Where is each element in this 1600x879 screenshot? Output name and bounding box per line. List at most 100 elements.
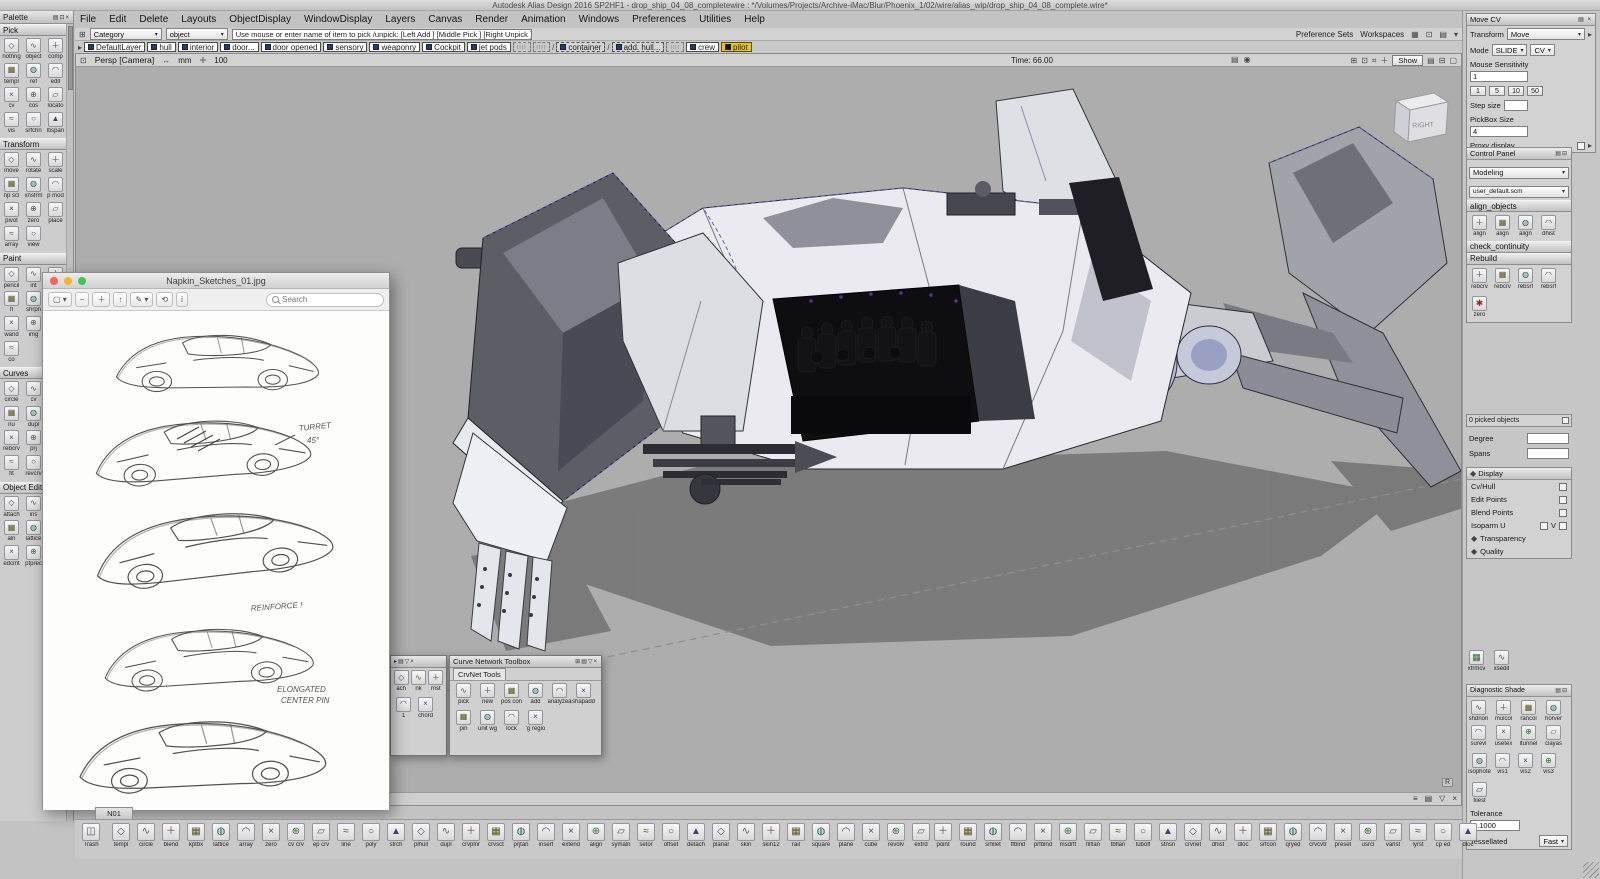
tool-msdrft[interactable]: ⊕msdrft bbox=[1056, 823, 1080, 849]
tool-shapadd[interactable]: ×shapadd bbox=[572, 683, 595, 706]
layer-chip-interior[interactable]: interior bbox=[178, 42, 218, 52]
tool-ep-crv[interactable]: ▱ep crv bbox=[309, 823, 333, 849]
transform-dropdown[interactable]: Move▾ bbox=[1507, 28, 1585, 40]
tool-symaln[interactable]: ▱symaln bbox=[609, 823, 633, 849]
tool-skin[interactable]: ∿skin bbox=[734, 823, 758, 849]
spans-field[interactable] bbox=[1527, 448, 1569, 459]
sensitivity-preset-1[interactable]: 1 bbox=[1470, 86, 1486, 96]
tool-mst[interactable]: ＋mst bbox=[428, 670, 444, 693]
tool-templ[interactable]: ▦templ bbox=[1, 63, 22, 86]
tool-filest[interactable]: ▱filest bbox=[1469, 782, 1490, 805]
layer-chip-hull[interactable]: hull bbox=[147, 42, 175, 52]
tool-srfchn[interactable]: ○srfchn bbox=[23, 112, 44, 135]
tool-pivot[interactable]: ×pivot bbox=[1, 202, 22, 225]
layer-chip-cockpit[interactable]: Cockpit bbox=[422, 42, 465, 52]
tool-skin12[interactable]: ＋skin12 bbox=[759, 823, 783, 849]
mode-cv-dropdown[interactable]: CV▾ bbox=[1530, 44, 1554, 56]
tool-qryed[interactable]: ◍qryed bbox=[1281, 823, 1305, 849]
tool-chord[interactable]: ×chord bbox=[415, 697, 436, 720]
search-input[interactable] bbox=[282, 295, 378, 304]
tool-place[interactable]: ▱place bbox=[45, 202, 66, 225]
tool-kptbx[interactable]: ▦kptbx bbox=[184, 823, 208, 849]
tool-rebsrf[interactable]: ◍rebsrf bbox=[1515, 268, 1536, 291]
tool-cv[interactable]: ∿cv bbox=[23, 381, 44, 404]
preference-sets-button[interactable]: Preference Sets bbox=[1296, 30, 1353, 39]
info-button[interactable]: i bbox=[176, 292, 188, 307]
tool-edit[interactable]: ◠edit bbox=[45, 63, 66, 86]
tool-extrd[interactable]: ▱extrd bbox=[909, 823, 933, 849]
prompt-history-icon[interactable]: ⊞ bbox=[79, 30, 86, 39]
tool-pos-con[interactable]: ▦pos con bbox=[500, 683, 523, 706]
tool-blend[interactable]: ＋blend bbox=[159, 823, 183, 849]
view-mode-button[interactable]: ▢ ▾ bbox=[48, 292, 72, 307]
tool-array[interactable]: ≈array bbox=[1, 226, 22, 249]
tool-tbflan[interactable]: ≈tbflan bbox=[1106, 823, 1130, 849]
menu-layouts[interactable]: Layouts bbox=[181, 14, 216, 25]
checkbox-isoparm-v[interactable] bbox=[1559, 522, 1567, 530]
tool-zero[interactable]: ⊕zero bbox=[23, 202, 44, 225]
tool-object[interactable]: ∿object bbox=[23, 38, 44, 61]
tool-surevl[interactable]: ◠surevl bbox=[1468, 725, 1489, 748]
palette-section-transform[interactable]: Transform bbox=[0, 138, 73, 150]
tool-plhull[interactable]: ◇plhull bbox=[409, 823, 433, 849]
layer-chip-jet-pods[interactable]: jet pods bbox=[467, 42, 511, 52]
sensitivity-preset-50[interactable]: 50 bbox=[1527, 86, 1543, 96]
tool-rebcrv[interactable]: ×rebcrv bbox=[1, 430, 22, 453]
tab-crvnet-tools[interactable]: CrvNet Tools bbox=[453, 668, 506, 680]
tool-offset[interactable]: ○offset bbox=[659, 823, 683, 849]
proxy-display-checkbox[interactable] bbox=[1577, 142, 1585, 150]
tool-rail[interactable]: ▦rail bbox=[784, 823, 808, 849]
tool-edcmt[interactable]: ×edcmt bbox=[1, 545, 22, 568]
group-check-continuity[interactable]: check_continuity bbox=[1467, 241, 1571, 253]
pin-icon[interactable]: ⊡ bbox=[1426, 30, 1433, 39]
checkbox-edit-points[interactable] bbox=[1559, 496, 1567, 504]
zoom-traffic-light[interactable] bbox=[78, 277, 86, 285]
panel-icon[interactable]: ▤ bbox=[1425, 794, 1433, 803]
menu-help[interactable]: Help bbox=[744, 14, 765, 25]
tool-nothng[interactable]: ◇nothng bbox=[1, 38, 22, 61]
tool-strch[interactable]: ▲strch bbox=[384, 823, 408, 849]
tool-ins[interactable]: ∿ins bbox=[23, 496, 44, 519]
tool-attach[interactable]: ◇attach bbox=[1, 496, 22, 519]
tool-new[interactable]: ＋new bbox=[476, 683, 499, 706]
tool-varlst[interactable]: ▱varlst bbox=[1381, 823, 1405, 849]
window-resize-handle[interactable] bbox=[1583, 862, 1599, 878]
tool-locato[interactable]: ▱locato bbox=[45, 87, 66, 110]
tool-prj[interactable]: ⊕prj bbox=[23, 430, 44, 453]
tool-crvplnr[interactable]: ＋crvplnr bbox=[459, 823, 483, 849]
layer-chip-add-hull[interactable]: add. hull... bbox=[612, 42, 665, 52]
tool-revolv[interactable]: ⊕revolv bbox=[884, 823, 908, 849]
tool-extend[interactable]: ×extend bbox=[559, 823, 583, 849]
tool-ptprec[interactable]: ⊕ptprec bbox=[23, 545, 44, 568]
layer-expand-icon[interactable]: ▸ bbox=[78, 43, 82, 52]
tool-insert[interactable]: ◠insert bbox=[534, 823, 558, 849]
show-button[interactable]: Show bbox=[1392, 55, 1423, 66]
tool-rebsrf[interactable]: ◠rebsrf bbox=[1538, 268, 1559, 291]
mouse-sensitivity-field[interactable]: 1 bbox=[1470, 71, 1528, 82]
menu-objectdisplay[interactable]: ObjectDisplay bbox=[229, 14, 291, 25]
expand-icon[interactable]: ▸ bbox=[1588, 141, 1592, 150]
tool-clayas[interactable]: ▱clayas bbox=[1543, 725, 1564, 748]
group-align-objects[interactable]: align_objects bbox=[1467, 200, 1571, 212]
tool-lyrst[interactable]: ≈lyrst bbox=[1406, 823, 1430, 849]
category-dropdown[interactable]: Category▾ bbox=[90, 28, 162, 40]
tool-preset[interactable]: ×preset bbox=[1331, 823, 1355, 849]
tool-vis1[interactable]: ◠vis1 bbox=[1492, 753, 1513, 776]
tool-setor[interactable]: ≈setor bbox=[634, 823, 658, 849]
tool-usetex[interactable]: ×usetex bbox=[1493, 725, 1514, 748]
menu-utilities[interactable]: Utilities bbox=[699, 14, 731, 25]
tool-shdnon[interactable]: ∿shdnon bbox=[1468, 700, 1489, 723]
toolbox-window-controls[interactable]: ⊞▤▽× bbox=[575, 658, 598, 665]
tool-xnsfrm[interactable]: ◍xnsfrm bbox=[23, 177, 44, 200]
markup-pencil-button[interactable]: ✎ ▾ bbox=[130, 292, 153, 307]
tool-round[interactable]: ▦round bbox=[956, 823, 980, 849]
tool-plane[interactable]: ◠plane bbox=[834, 823, 858, 849]
tool-zero[interactable]: ✱zero bbox=[1469, 296, 1490, 319]
tool-poly[interactable]: ○poly bbox=[359, 823, 383, 849]
tool-mulcol[interactable]: ＋mulcol bbox=[1493, 700, 1514, 723]
tool-vis3[interactable]: ⊕vis3 bbox=[1538, 753, 1559, 776]
panel-close-icon[interactable]: ▤ × bbox=[1578, 16, 1592, 23]
tool-crvsct[interactable]: ▦crvsct bbox=[484, 823, 508, 849]
tool-prjtan[interactable]: ◍prjtan bbox=[509, 823, 533, 849]
tool-pick[interactable]: ∿pick bbox=[452, 683, 475, 706]
